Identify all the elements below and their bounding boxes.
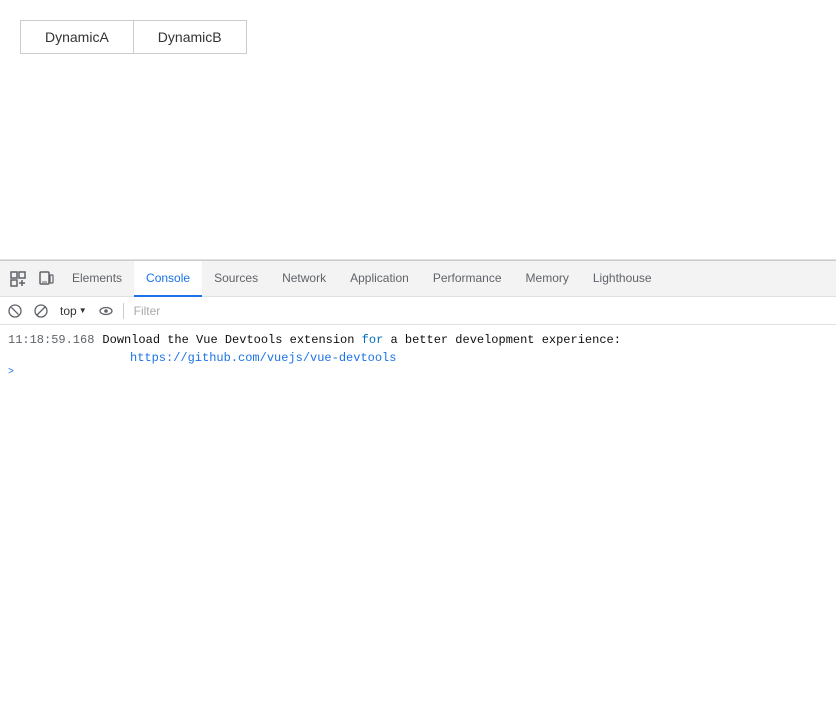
tab-memory[interactable]: Memory bbox=[514, 261, 581, 297]
app-tab-buttons: DynamicA DynamicB bbox=[20, 20, 816, 54]
console-log-line: 11:18:59.168 Download the Vue Devtools e… bbox=[0, 329, 836, 351]
block-icon[interactable] bbox=[30, 300, 52, 322]
devtools-panel: Elements Console Sources Network Applica… bbox=[0, 260, 836, 711]
tab-sources[interactable]: Sources bbox=[202, 261, 270, 297]
tab-dynamic-b[interactable]: DynamicB bbox=[133, 20, 247, 54]
app-area: DynamicA DynamicB bbox=[0, 0, 836, 260]
console-toolbar: top ▼ bbox=[0, 297, 836, 325]
log-timestamp: 11:18:59.168 bbox=[8, 331, 94, 349]
context-selector[interactable]: top ▼ bbox=[56, 301, 91, 321]
expand-arrow-icon[interactable]: > bbox=[8, 367, 14, 378]
log-message: Download the Vue Devtools extension for … bbox=[102, 331, 828, 349]
console-output: 11:18:59.168 Download the Vue Devtools e… bbox=[0, 325, 836, 711]
tab-performance[interactable]: Performance bbox=[421, 261, 514, 297]
device-toggle-icon[interactable] bbox=[32, 265, 60, 293]
eye-icon[interactable] bbox=[95, 300, 117, 322]
clear-console-icon[interactable] bbox=[4, 300, 26, 322]
tab-network[interactable]: Network bbox=[270, 261, 338, 297]
tab-dynamic-a[interactable]: DynamicA bbox=[20, 20, 133, 54]
tab-elements[interactable]: Elements bbox=[60, 261, 134, 297]
tab-lighthouse[interactable]: Lighthouse bbox=[581, 261, 664, 297]
tab-console[interactable]: Console bbox=[134, 261, 202, 297]
console-expand-row[interactable]: > bbox=[0, 365, 836, 380]
devtools-tab-bar: Elements Console Sources Network Applica… bbox=[0, 261, 836, 297]
console-filter-input[interactable] bbox=[130, 304, 832, 318]
context-dropdown-arrow: ▼ bbox=[79, 306, 87, 315]
toolbar-separator bbox=[123, 303, 124, 319]
tab-application[interactable]: Application bbox=[338, 261, 421, 297]
inspect-icon[interactable] bbox=[4, 265, 32, 293]
devtools-link[interactable]: https://github.com/vuejs/vue-devtools bbox=[0, 351, 836, 365]
